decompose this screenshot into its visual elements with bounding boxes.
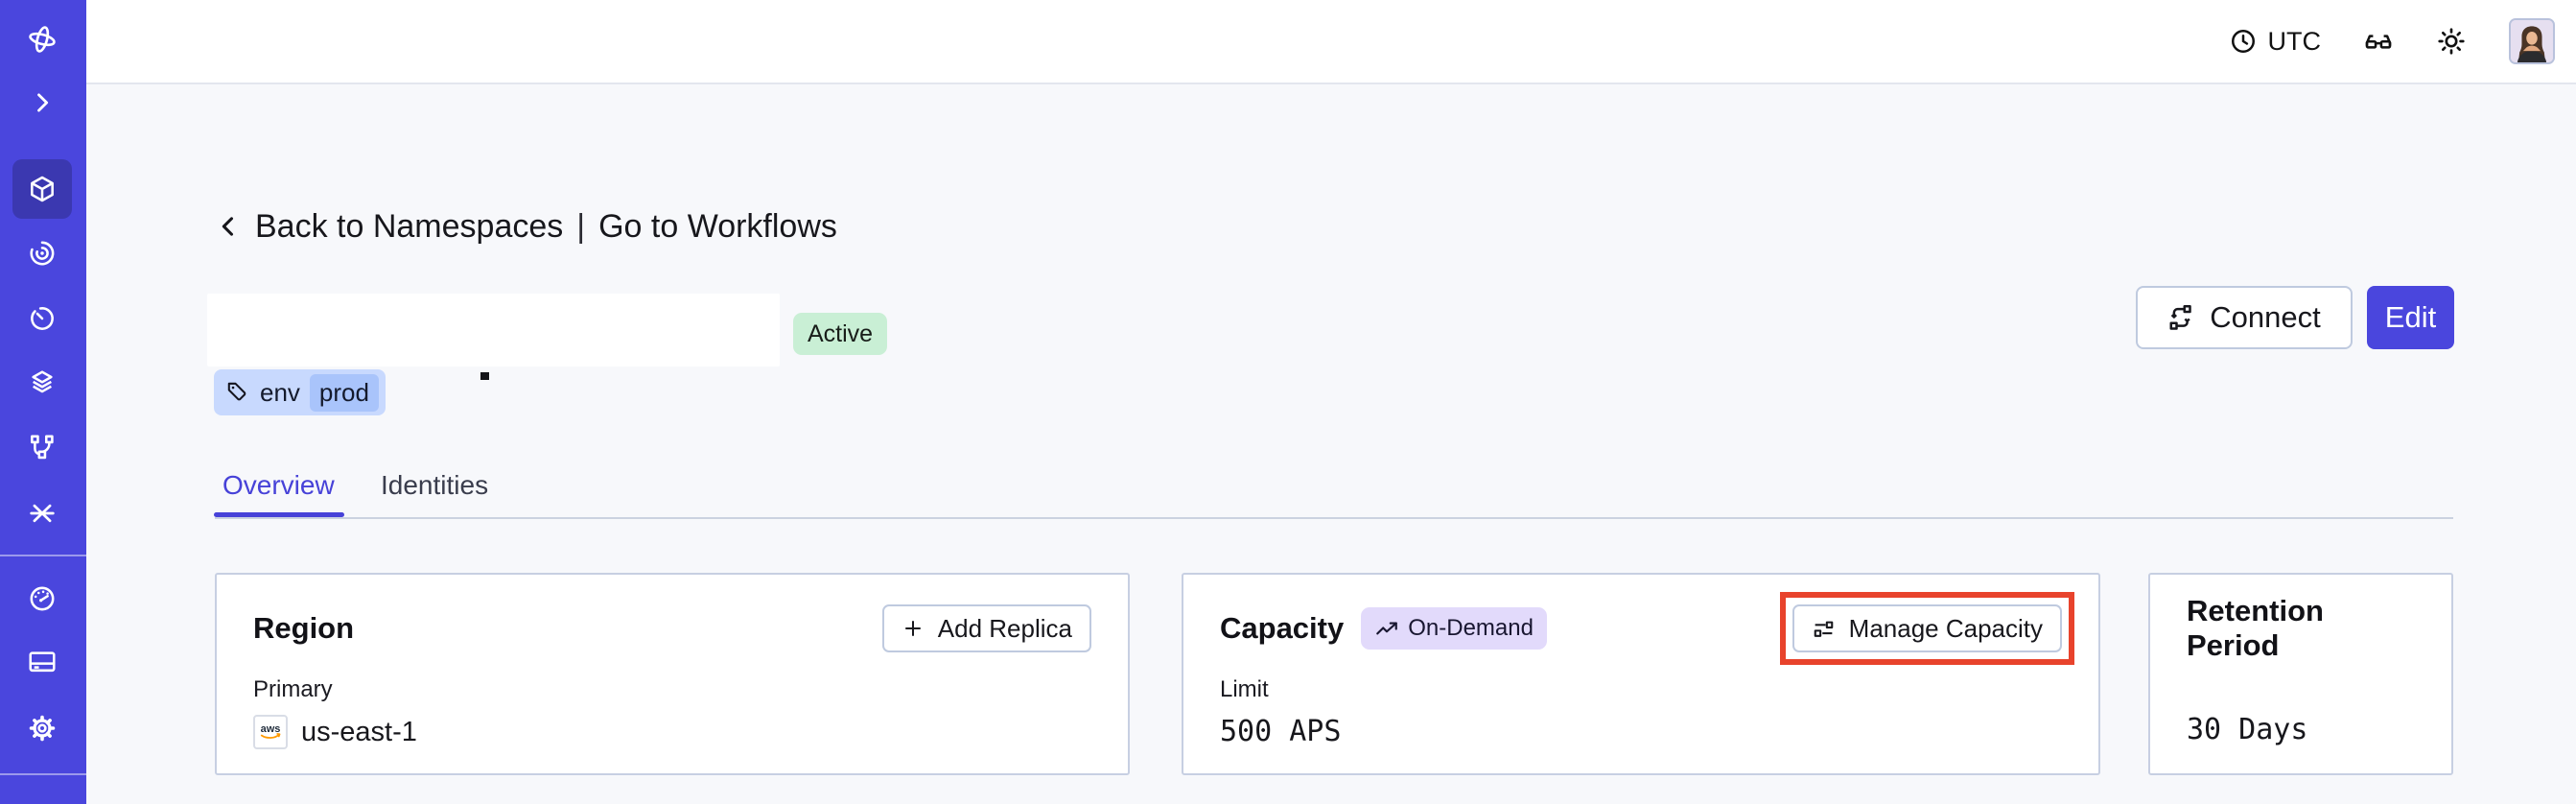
avatar-image — [2511, 20, 2553, 62]
on-demand-badge-label: On-Demand — [1408, 615, 1534, 641]
region-primary-label: Primary — [253, 676, 333, 702]
plus-icon — [904, 621, 921, 636]
breadcrumb-separator: | — [576, 207, 586, 245]
schedules-timer-icon — [31, 307, 54, 330]
labs-mode-button[interactable] — [2363, 26, 2394, 57]
main-content: Back to Namespaces | Go to Workflows Act… — [86, 84, 2576, 804]
manage-capacity-highlight-wrap: Manage Capacity — [1779, 592, 2074, 665]
tag-value: prod — [309, 373, 379, 412]
settings-gear-icon — [29, 715, 56, 742]
sidebar-item-batch-operations[interactable] — [12, 417, 72, 477]
on-demand-badge: On-Demand — [1361, 607, 1547, 650]
sidebar-item-profile[interactable] — [12, 790, 72, 804]
edit-button[interactable]: Edit — [2367, 286, 2454, 349]
avatar[interactable] — [2509, 18, 2555, 64]
header-actions: Connect Edit — [2136, 286, 2454, 349]
sidebar-expand-chevron-icon[interactable] — [12, 73, 72, 132]
sun-icon — [2438, 28, 2465, 55]
aws-logo: aws — [253, 715, 288, 749]
sliders-icon — [1814, 621, 1833, 637]
sidebar-item-deployments[interactable] — [12, 353, 72, 413]
tab-identities[interactable]: Identities — [381, 470, 488, 501]
connect-button-label: Connect — [2210, 300, 2321, 334]
region-card-title: Region — [253, 611, 355, 645]
namespace-title-redacted — [207, 294, 780, 367]
connect-flow-icon — [2169, 304, 2192, 330]
region-card: Region Add Replica Primary aws us-east-1 — [215, 573, 1130, 775]
topbar: UTC — [86, 0, 2576, 84]
sidebar-item-settings[interactable] — [12, 698, 72, 758]
glasses-icon — [2365, 35, 2392, 49]
trending-up-icon — [1376, 622, 1398, 635]
sidebar-item-billing[interactable] — [12, 632, 72, 692]
sidebar-divider — [0, 773, 86, 775]
capacity-value: 500 APS — [1220, 715, 1342, 748]
title-artifact-dot — [480, 372, 489, 380]
breadcrumb-back-link[interactable]: Back to Namespaces — [255, 208, 563, 246]
chevron-left-icon[interactable] — [215, 213, 242, 240]
add-replica-button[interactable]: Add Replica — [881, 604, 1091, 652]
retention-value: 30 Days — [2187, 713, 2308, 746]
sidebar-item-usage[interactable] — [12, 569, 72, 628]
manage-capacity-label: Manage Capacity — [1848, 613, 2043, 643]
capacity-card: Capacity On-Demand Manage Capacity Limit… — [1182, 573, 2100, 775]
namespace-tag[interactable]: env prod — [214, 369, 386, 415]
sidebar-item-nexus[interactable] — [12, 484, 72, 543]
sidebar-item-workflows[interactable] — [12, 224, 72, 283]
sidebar-item-schedules[interactable] — [12, 289, 72, 348]
batch-branch-icon — [31, 435, 54, 460]
sidebar-item-namespaces[interactable] — [12, 159, 72, 219]
tag-icon — [227, 382, 246, 401]
status-badge: Active — [793, 313, 888, 355]
workflows-spiral-icon — [30, 241, 55, 266]
usage-gauge-icon — [30, 586, 55, 611]
timezone-label: UTC — [2267, 26, 2322, 56]
temporal-logo-icon[interactable] — [12, 10, 72, 69]
capacity-card-title: Capacity — [1220, 611, 1345, 645]
capacity-limit-label: Limit — [1220, 676, 1269, 702]
tab-overview[interactable]: Overview — [222, 470, 335, 501]
retention-card: Retention Period 30 Days — [2148, 573, 2453, 775]
breadcrumb: Back to Namespaces | Go to Workflows — [215, 203, 837, 249]
nexus-asterisk-icon — [30, 504, 55, 523]
breadcrumb-goto-workflows-link[interactable]: Go to Workflows — [598, 208, 837, 246]
retention-card-title: Retention Period — [2187, 594, 2324, 662]
region-value: us-east-1 — [301, 716, 417, 747]
deployments-layers-icon — [32, 370, 53, 393]
tag-key: env — [260, 377, 300, 407]
status-badge-label: Active — [808, 319, 874, 347]
sidebar-divider — [0, 555, 86, 556]
add-replica-label: Add Replica — [937, 613, 1072, 643]
edit-button-label: Edit — [2384, 300, 2437, 334]
theme-toggle-button[interactable] — [2436, 26, 2467, 57]
namespace-detail-page: UTC Back to Namespaces | Go to Workflows… — [0, 0, 2576, 804]
timezone-selector[interactable]: UTC — [2229, 26, 2322, 57]
clock-icon — [2231, 29, 2255, 54]
tabs-divider — [215, 517, 2453, 519]
namespaces-cube-icon — [31, 176, 54, 202]
sidebar — [0, 0, 86, 804]
connect-button[interactable]: Connect — [2136, 286, 2353, 349]
billing-credit-card-icon — [29, 651, 56, 673]
manage-capacity-button[interactable]: Manage Capacity — [1791, 604, 2062, 652]
